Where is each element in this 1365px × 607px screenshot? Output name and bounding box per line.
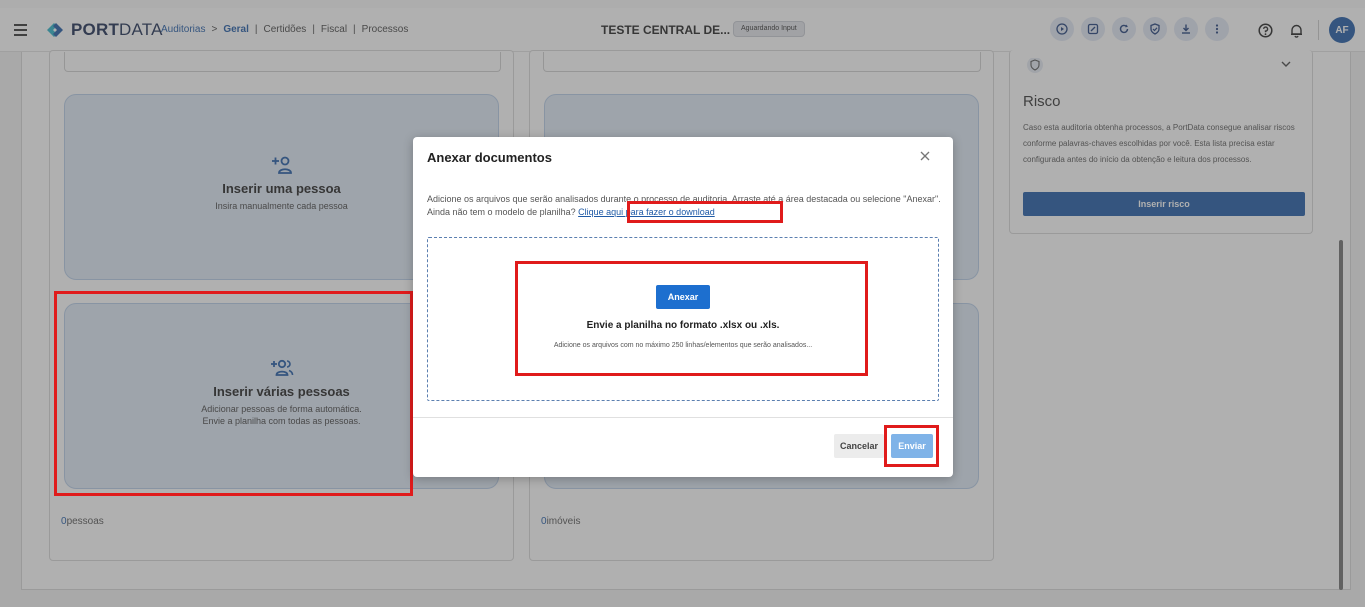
- modal-footer-divider: [413, 417, 953, 418]
- close-icon[interactable]: [918, 149, 932, 163]
- modal-title: Anexar documentos: [427, 150, 552, 165]
- attach-button[interactable]: Anexar: [656, 285, 710, 309]
- file-dropzone[interactable]: [427, 237, 939, 401]
- modal-description: Adicione os arquivos que serão analisado…: [427, 193, 942, 219]
- send-button[interactable]: Enviar: [891, 434, 933, 458]
- dropzone-title: Envie a planilha no formato .xlsx ou .xl…: [586, 320, 780, 331]
- download-template-link[interactable]: Clique aqui para fazer o download: [578, 207, 715, 217]
- dropzone-hint: Adicione os arquivos com no máximo 250 l…: [553, 342, 813, 349]
- attach-documents-modal: Anexar documentos Adicione os arquivos q…: [413, 137, 953, 477]
- cancel-button[interactable]: Cancelar: [834, 434, 884, 458]
